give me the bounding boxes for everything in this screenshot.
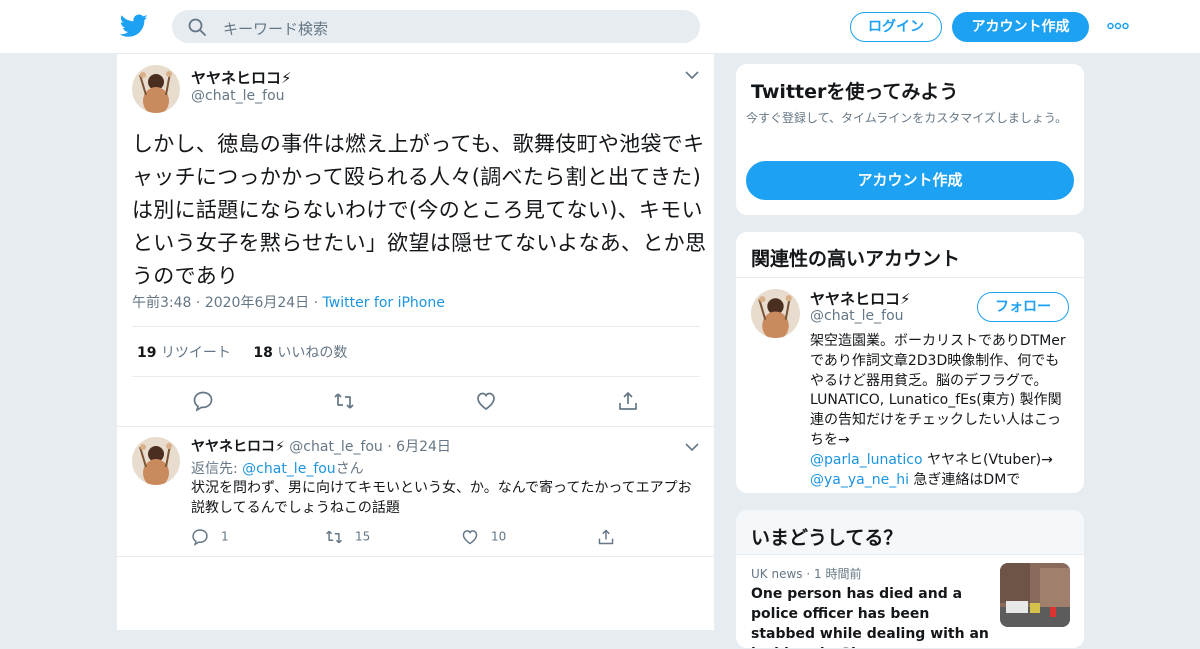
replying-handle-link[interactable]: @chat_le_fou (242, 461, 336, 477)
reply-author-handle[interactable]: @chat_le_fou (289, 439, 383, 455)
like-count: 18 (253, 345, 273, 361)
reply-date[interactable]: 6月24日 (396, 439, 451, 455)
avatar-image (132, 437, 180, 485)
trend-thumbnail-image (1000, 563, 1070, 627)
follow-button[interactable]: フォロー (977, 292, 1069, 322)
search-bar[interactable]: キーワード検索 (172, 10, 700, 43)
tweet-time[interactable]: 午前3:48 (132, 295, 191, 311)
retweet-count: 19 (137, 345, 157, 361)
reply-header: ヤヤネヒロコ⚡ @chat_le_fou · 6月24日 (191, 439, 451, 455)
avatar[interactable] (132, 65, 180, 113)
tweet-metadata: 午前3:48 · 2020年6月24日 · Twitter for iPhone (132, 295, 445, 311)
related-card-title: 関連性の高いアカウント (751, 248, 961, 270)
replying-to: 返信先: @chat_le_fouさん (191, 458, 364, 478)
reply-text: 状況を問わず、男に向けてキモいという女、か。なんで寄ってたかってエアプお説教して… (191, 480, 692, 516)
share-icon[interactable] (617, 390, 639, 412)
reply-action-retweet[interactable]: 15 (325, 528, 370, 546)
divider (117, 556, 716, 557)
reply-count: 1 (221, 529, 229, 544)
like-icon (462, 530, 478, 545)
reply-author-name[interactable]: ヤヤネヒロコ⚡ (191, 439, 285, 455)
reply-icon (192, 529, 208, 546)
avatar-image (751, 289, 800, 338)
tweet-date[interactable]: 2020年6月24日 (205, 295, 309, 311)
author-handle[interactable]: @chat_le_fou (191, 88, 285, 104)
signup-card-title: Twitterを使ってみよう (751, 81, 959, 103)
search-icon (188, 18, 206, 36)
chevron-down-icon[interactable] (685, 71, 699, 80)
related-account-handle[interactable]: @chat_le_fou (810, 308, 904, 324)
trend-thumbnail[interactable] (1000, 563, 1070, 627)
tweet-detail-column: ヤヤネヒロコ⚡ @chat_le_fou しかし、徳島の事件は燃え上がっても、歌… (116, 54, 716, 630)
related-account-name[interactable]: ヤヤネヒロコ⚡ (810, 288, 911, 309)
bio-text: 急ぎ連絡はDMで (908, 471, 1021, 488)
retweet-icon[interactable] (333, 390, 355, 412)
top-bar: キーワード検索 ログイン アカウント作成 (0, 0, 1200, 54)
bio-text: 架空造園業。ボーカリストでありDTMerであり作詞文章2D3D映像制作、何でもや… (810, 333, 1066, 448)
tweet-text: しかし、徳島の事件は燃え上がっても、歌舞伎町や池袋でキャッチにつっかかって殴られ… (132, 132, 707, 288)
like-count: 10 (491, 529, 507, 544)
trend-headline[interactable]: One person has died and a police officer… (751, 584, 991, 648)
signup-card: Twitterを使ってみよう 今すぐ登録して、タイムラインをカスタマイズしましょ… (735, 63, 1085, 216)
bio-link-ya-ya-ne-hi[interactable]: @ya_ya_ne_hi (810, 472, 909, 488)
author-name[interactable]: ヤヤネヒロコ⚡ (191, 67, 292, 88)
replying-prefix: 返信先: (191, 461, 243, 477)
trend-source: UK news (751, 567, 803, 581)
more-options-icon[interactable] (1107, 22, 1129, 30)
like-label: いいねの数 (277, 345, 348, 361)
reply-action-like[interactable]: 10 (461, 528, 506, 546)
replying-suffix: さん (335, 461, 364, 477)
reply-action-share[interactable] (597, 528, 627, 546)
search-input[interactable]: キーワード検索 (223, 18, 328, 39)
retweet-count: 15 (355, 529, 371, 544)
tweet-source[interactable]: Twitter for iPhone (323, 295, 445, 311)
avatar-image (132, 65, 180, 113)
bio-link-parla-lunatico[interactable]: @parla_lunatico (810, 452, 923, 468)
share-icon (598, 529, 614, 545)
trends-card-title: いまどうしてる？ (751, 527, 903, 549)
reply-action-reply[interactable]: 1 (191, 528, 229, 546)
avatar[interactable] (132, 437, 180, 485)
like-stat[interactable]: 18 いいねの数 (253, 345, 347, 361)
retweet-icon (326, 530, 342, 544)
trends-card: いまどうしてる？ UK news · 1 時間前 One person has … (735, 509, 1085, 649)
trend-age: 1 時間前 (814, 567, 862, 581)
avatar[interactable] (751, 289, 800, 338)
signup-card-button[interactable]: アカウント作成 (746, 161, 1074, 200)
trend-meta: UK news · 1 時間前 (751, 567, 862, 581)
bio-text: ヤヤネヒ(Vtuber)→ (922, 451, 1053, 468)
chevron-down-icon[interactable] (685, 443, 699, 452)
divider (736, 277, 1084, 278)
tweet-stats: 19 リツイート 18 いいねの数 (137, 342, 347, 362)
signup-button[interactable]: アカウント作成 (952, 12, 1089, 42)
like-icon[interactable] (475, 390, 497, 412)
retweet-label: リツイート (160, 345, 231, 361)
retweet-stat[interactable]: 19 リツイート (137, 345, 231, 361)
login-button[interactable]: ログイン (850, 12, 942, 42)
reply-icon[interactable] (192, 390, 214, 412)
related-accounts-card: 関連性の高いアカウント ヤヤネヒロコ⚡ @chat_le_fou フォロー 架空… (735, 231, 1085, 494)
related-account-bio: 架空造園業。ボーカリストでありDTMerであり作詞文章2D3D映像制作、何でもや… (810, 332, 1070, 490)
signup-card-subtitle: 今すぐ登録して、タイムラインをカスタマイズしましょう。 (746, 111, 1068, 125)
divider (117, 426, 716, 427)
divider (132, 326, 700, 327)
twitter-bird-icon[interactable] (120, 14, 148, 38)
divider (132, 376, 700, 377)
